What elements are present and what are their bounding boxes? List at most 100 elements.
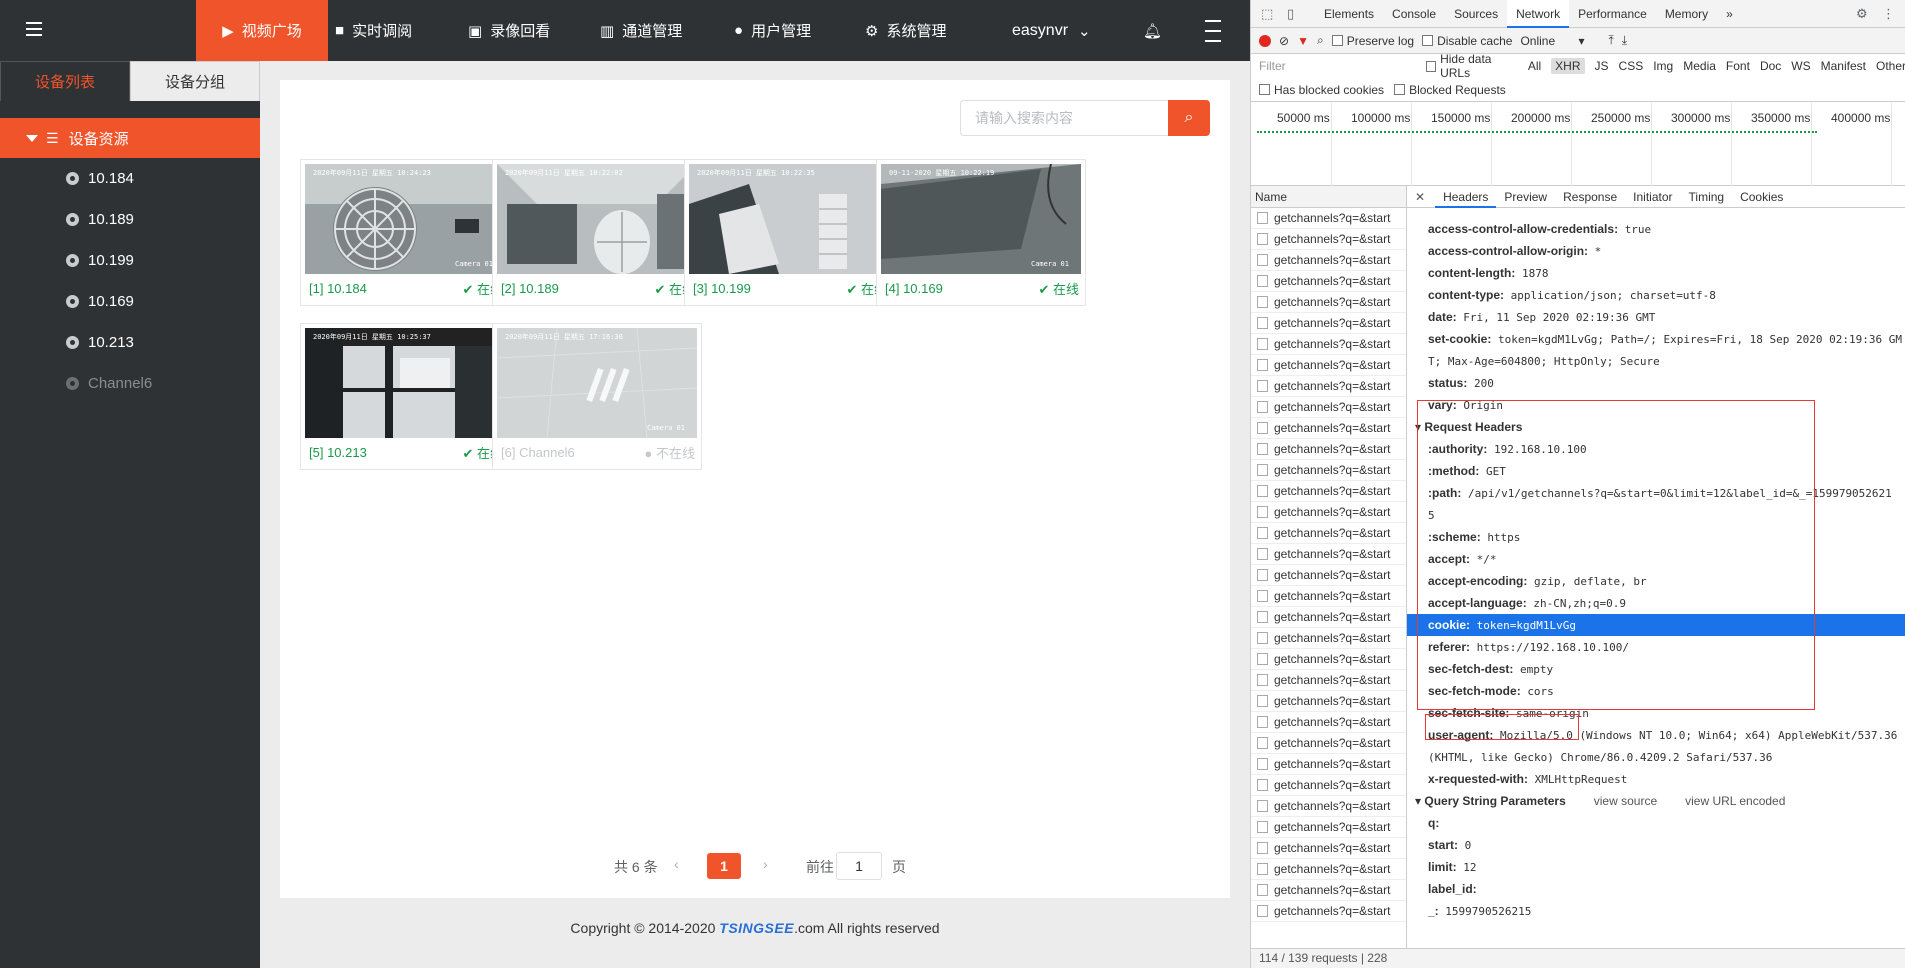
header-row[interactable]: access-control-allow-credentials: true <box>1407 218 1905 240</box>
header-row[interactable]: T; Max-Age=604800; HttpOnly; Secure <box>1407 350 1905 372</box>
filter-type-ws[interactable]: WS <box>1791 59 1810 73</box>
more-menu-icon[interactable] <box>1205 0 1221 61</box>
request-row[interactable]: getchannels?q=&start <box>1251 691 1406 712</box>
record-icon[interactable] <box>1259 34 1271 47</box>
inspect-element-icon[interactable]: ⬚ <box>1261 6 1277 21</box>
request-row[interactable]: getchannels?q=&start <box>1251 859 1406 880</box>
has-blocked-cookies-checkbox[interactable]: Has blocked cookies <box>1259 83 1384 97</box>
request-row[interactable]: getchannels?q=&start <box>1251 775 1406 796</box>
filter-type-font[interactable]: Font <box>1726 59 1750 73</box>
header-row[interactable]: date: Fri, 11 Sep 2020 02:19:36 GMT <box>1407 306 1905 328</box>
header-row[interactable]: x-requested-with: XMLHttpRequest <box>1407 768 1905 790</box>
request-row[interactable]: getchannels?q=&start <box>1251 481 1406 502</box>
tab-headers[interactable]: Headers <box>1435 186 1497 208</box>
goto-page-input[interactable] <box>836 852 882 880</box>
name-column-header[interactable]: Name <box>1251 186 1406 208</box>
filter-icon[interactable]: ▼ <box>1297 34 1309 48</box>
header-row[interactable]: status: 200 <box>1407 372 1905 394</box>
request-row[interactable]: getchannels?q=&start <box>1251 460 1406 481</box>
throttle-select[interactable]: Online ▾ <box>1520 34 1600 48</box>
search-input[interactable] <box>960 100 1168 136</box>
request-row[interactable]: getchannels?q=&start <box>1251 817 1406 838</box>
filter-type-doc[interactable]: Doc <box>1760 59 1781 73</box>
video-card[interactable]: 2020年09月11日 星期五 10:24:23 Camera 01 [1] 10… <box>300 159 510 306</box>
request-row[interactable]: getchannels?q=&start <box>1251 376 1406 397</box>
filter-type-media[interactable]: Media <box>1683 59 1716 73</box>
request-row[interactable]: getchannels?q=&start <box>1251 712 1406 733</box>
kebab-menu-icon[interactable]: ⋮ <box>1882 6 1898 21</box>
request-row[interactable]: getchannels?q=&start <box>1251 796 1406 817</box>
tab-network[interactable]: Network <box>1507 0 1570 28</box>
blocked-requests-checkbox[interactable]: Blocked Requests <box>1394 83 1506 97</box>
request-row[interactable]: getchannels?q=&start <box>1251 439 1406 460</box>
tab-performance[interactable]: Performance <box>1569 0 1656 28</box>
view-source-link[interactable]: view source <box>1594 794 1657 808</box>
filter-input[interactable]: Filter <box>1259 59 1416 73</box>
search-icon[interactable]: ⌕ <box>1317 33 1324 48</box>
header-row[interactable]: set-cookie: token=kgdM1LvGg; Path=/; Exp… <box>1407 328 1905 350</box>
tab-console[interactable]: Console <box>1383 0 1445 28</box>
video-thumbnail[interactable]: 2020年09月11日 星期五 10:22:02 <box>497 164 697 274</box>
tree-node-device[interactable]: 10.189 <box>66 209 134 229</box>
header-row[interactable]: limit: 12 <box>1407 856 1905 878</box>
request-row[interactable]: getchannels?q=&start <box>1251 334 1406 355</box>
tab-initiator[interactable]: Initiator <box>1625 190 1680 204</box>
tab-response[interactable]: Response <box>1555 190 1625 204</box>
request-row[interactable]: getchannels?q=&start <box>1251 838 1406 859</box>
nav-playback[interactable]: ▣ 录像回看 <box>468 0 550 61</box>
tab-sources[interactable]: Sources <box>1445 0 1507 28</box>
disable-cache-checkbox[interactable]: Disable cache <box>1422 34 1512 48</box>
header-row[interactable]: content-type: application/json; charset=… <box>1407 284 1905 306</box>
clear-icon[interactable]: ⊘ <box>1279 34 1289 48</box>
request-row[interactable]: getchannels?q=&start <box>1251 418 1406 439</box>
device-toggle-icon[interactable]: ▯ <box>1287 6 1303 21</box>
header-row[interactable]: _: 1599790526215 <box>1407 900 1905 922</box>
upload-icon[interactable]: ⤒ <box>1608 33 1613 48</box>
header-row[interactable]: (KHTML, like Gecko) Chrome/86.0.4209.2 S… <box>1407 746 1905 768</box>
filter-type-all[interactable]: All <box>1528 59 1541 73</box>
filter-type-js[interactable]: JS <box>1595 59 1609 73</box>
nav-system-management[interactable]: ⚙ 系统管理 <box>865 0 946 61</box>
request-row[interactable]: getchannels?q=&start <box>1251 313 1406 334</box>
filter-type-manifest[interactable]: Manifest <box>1821 59 1866 73</box>
request-row[interactable]: getchannels?q=&start <box>1251 901 1406 922</box>
chevron-left-icon[interactable]: ‹ <box>674 856 679 872</box>
tab-cookies[interactable]: Cookies <box>1732 190 1791 204</box>
hide-data-urls-checkbox[interactable]: Hide data URLs <box>1425 52 1518 80</box>
request-row[interactable]: getchannels?q=&start <box>1251 649 1406 670</box>
hamburger-menu-icon[interactable] <box>26 18 48 42</box>
tab-device-group[interactable]: 设备分组 <box>130 61 260 101</box>
chevron-right-icon[interactable]: › <box>763 856 768 872</box>
video-thumbnail[interactable]: 2020年09月11日 星期五 17:16:30 Camera 01 <box>497 328 697 438</box>
request-row[interactable]: getchannels?q=&start <box>1251 733 1406 754</box>
close-icon[interactable]: ✕ <box>1415 190 1425 204</box>
nav-channel-management[interactable]: ▥ 通道管理 <box>600 0 682 61</box>
bell-icon[interactable]: 🔔︎ <box>1143 0 1162 61</box>
request-row[interactable]: getchannels?q=&start <box>1251 670 1406 691</box>
page-button-current[interactable]: 1 <box>707 853 741 879</box>
video-card-offline[interactable]: 2020年09月11日 星期五 17:16:30 Camera 01 [6] Ch… <box>492 323 702 470</box>
search-button[interactable]: ⌕ <box>1168 100 1210 136</box>
nav-user-management[interactable]: ● 用户管理 <box>734 0 811 61</box>
filter-type-css[interactable]: CSS <box>1619 59 1644 73</box>
header-row[interactable]: content-length: 1878 <box>1407 262 1905 284</box>
request-row[interactable]: getchannels?q=&start <box>1251 607 1406 628</box>
filter-type-img[interactable]: Img <box>1653 59 1673 73</box>
tree-node-device[interactable]: 10.199 <box>66 250 134 270</box>
request-row[interactable]: getchannels?q=&start <box>1251 754 1406 775</box>
request-row[interactable]: getchannels?q=&start <box>1251 628 1406 649</box>
video-thumbnail[interactable]: 2020年09月11日 星期五 10:24:23 Camera 01 <box>305 164 505 274</box>
request-row[interactable]: getchannels?q=&start <box>1251 565 1406 586</box>
request-row[interactable]: getchannels?q=&start <box>1251 208 1406 229</box>
video-thumbnail[interactable]: 2020年09月11日 星期五 10:22:35 <box>689 164 889 274</box>
request-row[interactable]: getchannels?q=&start <box>1251 544 1406 565</box>
header-row[interactable]: start: 0 <box>1407 834 1905 856</box>
tree-node-device[interactable]: 10.169 <box>66 291 134 311</box>
gear-icon[interactable]: ⚙ <box>1856 6 1872 21</box>
header-row[interactable]: label_id: <box>1407 878 1905 900</box>
tab-preview[interactable]: Preview <box>1496 190 1555 204</box>
tab-memory[interactable]: Memory <box>1656 0 1717 28</box>
nav-live-view[interactable]: ■ 实时调阅 <box>335 0 412 61</box>
preserve-log-checkbox[interactable]: Preserve log <box>1331 34 1414 48</box>
tab-timing[interactable]: Timing <box>1681 190 1733 204</box>
